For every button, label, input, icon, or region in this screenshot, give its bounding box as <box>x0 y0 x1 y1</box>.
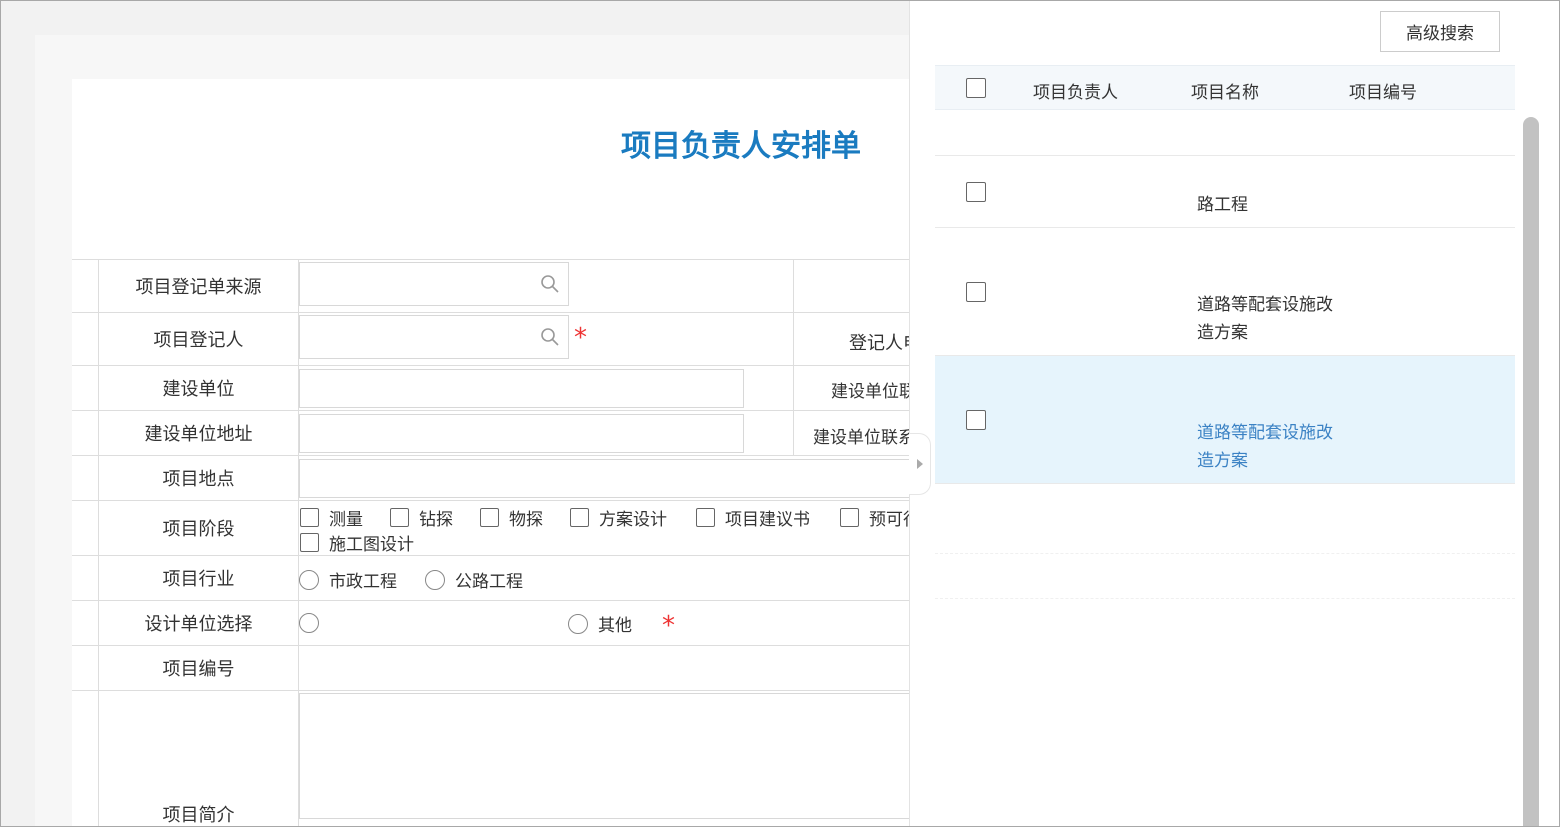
checkbox[interactable] <box>390 508 409 527</box>
stage-label: 项目阶段 <box>98 501 299 555</box>
design-unit-option-other[interactable]: 其他 <box>568 611 632 636</box>
checkbox[interactable] <box>696 508 715 527</box>
project-name-cell-line1: 道路等配套设施改 <box>1197 295 1333 315</box>
stage-option-construction-drawing[interactable]: 施工图设计 <box>300 530 414 555</box>
table-row-empty <box>935 110 1515 156</box>
industry-label: 项目行业 <box>98 556 299 600</box>
row-design-unit: 设计单位选择 其他 * <box>72 600 932 645</box>
registrant-label: 项目登记人 <box>98 313 299 365</box>
row-location: 项目地点 <box>72 455 939 500</box>
required-mark: * <box>574 323 587 353</box>
construction-address-input[interactable] <box>299 414 744 453</box>
location-label: 项目地点 <box>98 456 299 500</box>
chevron-right-icon <box>916 459 923 469</box>
project-name-cell-line2: 造方案 <box>1197 323 1248 343</box>
search-icon[interactable] <box>540 274 560 294</box>
checkbox[interactable] <box>570 508 589 527</box>
project-name-link-line1[interactable]: 道路等配套设施改 <box>1197 419 1333 447</box>
row-intro: 项目简介 <box>72 690 939 826</box>
construction-address-label: 建设单位地址 <box>98 411 299 455</box>
construction-unit-label: 建设单位 <box>98 366 299 410</box>
registrant-lookup-input[interactable] <box>299 315 569 359</box>
advanced-search-button[interactable]: 高级搜索 <box>1380 11 1500 52</box>
project-name-link-line2[interactable]: 造方案 <box>1197 447 1248 475</box>
intro-textarea[interactable] <box>299 693 939 819</box>
option-label: 项目建议书 <box>725 510 810 530</box>
project-no-label: 项目编号 <box>98 646 299 690</box>
panel-collapse-handle[interactable] <box>909 433 931 495</box>
table-row-empty <box>935 484 1515 554</box>
option-label: 市政工程 <box>329 572 397 592</box>
industry-option-municipal[interactable]: 市政工程 <box>299 567 397 592</box>
source-lookup-input[interactable] <box>299 262 569 306</box>
option-label: 公路工程 <box>455 572 523 592</box>
industry-option-highway[interactable]: 公路工程 <box>425 567 523 592</box>
checkbox[interactable] <box>480 508 499 527</box>
option-label: 物探 <box>509 510 543 530</box>
option-label: 钻探 <box>419 510 453 530</box>
intro-label: 项目简介 <box>98 691 299 826</box>
option-label: 施工图设计 <box>329 535 414 555</box>
table-row[interactable]: 路工程 <box>935 156 1515 228</box>
search-icon[interactable] <box>540 327 560 347</box>
row-construction-address: 建设单位地址 建设单位联系 <box>72 410 932 456</box>
checkbox[interactable] <box>840 508 859 527</box>
required-mark: * <box>662 611 675 641</box>
source-label: 项目登记单来源 <box>98 260 299 312</box>
divider <box>793 366 794 411</box>
table-row-selected[interactable]: 道路等配套设施改 造方案 <box>935 356 1515 484</box>
stage-option-prefeasibility[interactable]: 预可行 <box>840 505 920 530</box>
design-unit-label: 设计单位选择 <box>98 601 299 645</box>
row-registrant: 项目登记人 * 登记人电 <box>72 312 932 366</box>
stage-option-scheme-design[interactable]: 方案设计 <box>570 505 667 530</box>
column-header-name[interactable]: 项目名称 <box>1191 78 1259 103</box>
stage-option-proposal[interactable]: 项目建议书 <box>696 505 810 530</box>
stage-option-survey[interactable]: 测量 <box>300 505 363 530</box>
radio[interactable] <box>425 569 445 590</box>
table-row-empty <box>935 554 1515 599</box>
divider <box>793 411 794 456</box>
row-checkbox[interactable] <box>966 282 986 302</box>
checkbox[interactable] <box>300 533 319 552</box>
row-project-no: 项目编号 <box>72 645 932 690</box>
row-industry: 项目行业 市政工程 公路工程 <box>72 555 932 600</box>
row-stage: 项目阶段 测量 钻探 物探 方案设计 项目建议书 预可行 施工图设计 <box>72 500 932 555</box>
divider <box>793 313 794 366</box>
construction-unit-contact-label: 建设单位联 <box>831 382 916 402</box>
option-label: 其他 <box>598 616 632 636</box>
design-unit-option-1[interactable] <box>299 613 329 633</box>
table-row[interactable]: 道路等配套设施改 造方案 <box>935 228 1515 356</box>
stage-option-drilling[interactable]: 钻探 <box>390 505 453 530</box>
row-source: 项目登记单来源 <box>72 259 932 313</box>
radio[interactable] <box>568 613 588 634</box>
radio[interactable] <box>299 569 319 590</box>
row-checkbox[interactable] <box>966 410 986 430</box>
divider <box>793 260 794 313</box>
project-name-cell: 路工程 <box>1197 195 1248 215</box>
select-all-checkbox[interactable] <box>966 78 986 98</box>
form-title: 项目负责人安排单 <box>621 129 861 164</box>
construction-unit-input[interactable] <box>299 369 744 408</box>
option-label: 方案设计 <box>599 510 667 530</box>
app-window: 项目负责人安排单 项目登记单来源 项目登记人 * 登记人电 建设单位 建设单位联 <box>0 0 1560 827</box>
stage-option-geophysical[interactable]: 物探 <box>480 505 543 530</box>
location-input[interactable] <box>299 459 939 498</box>
row-checkbox[interactable] <box>966 182 986 202</box>
column-header-leader[interactable]: 项目负责人 <box>1033 78 1118 103</box>
column-header-number[interactable]: 项目编号 <box>1349 78 1417 103</box>
option-label: 测量 <box>329 510 363 530</box>
row-construction-unit: 建设单位 建设单位联 <box>72 365 932 411</box>
checkbox[interactable] <box>300 508 319 527</box>
construction-unit-phone-label: 建设单位联系 <box>813 428 915 448</box>
results-table-header: 项目负责人 项目名称 项目编号 <box>935 65 1515 110</box>
radio[interactable] <box>299 613 319 633</box>
scrollbar-thumb[interactable] <box>1523 117 1539 826</box>
